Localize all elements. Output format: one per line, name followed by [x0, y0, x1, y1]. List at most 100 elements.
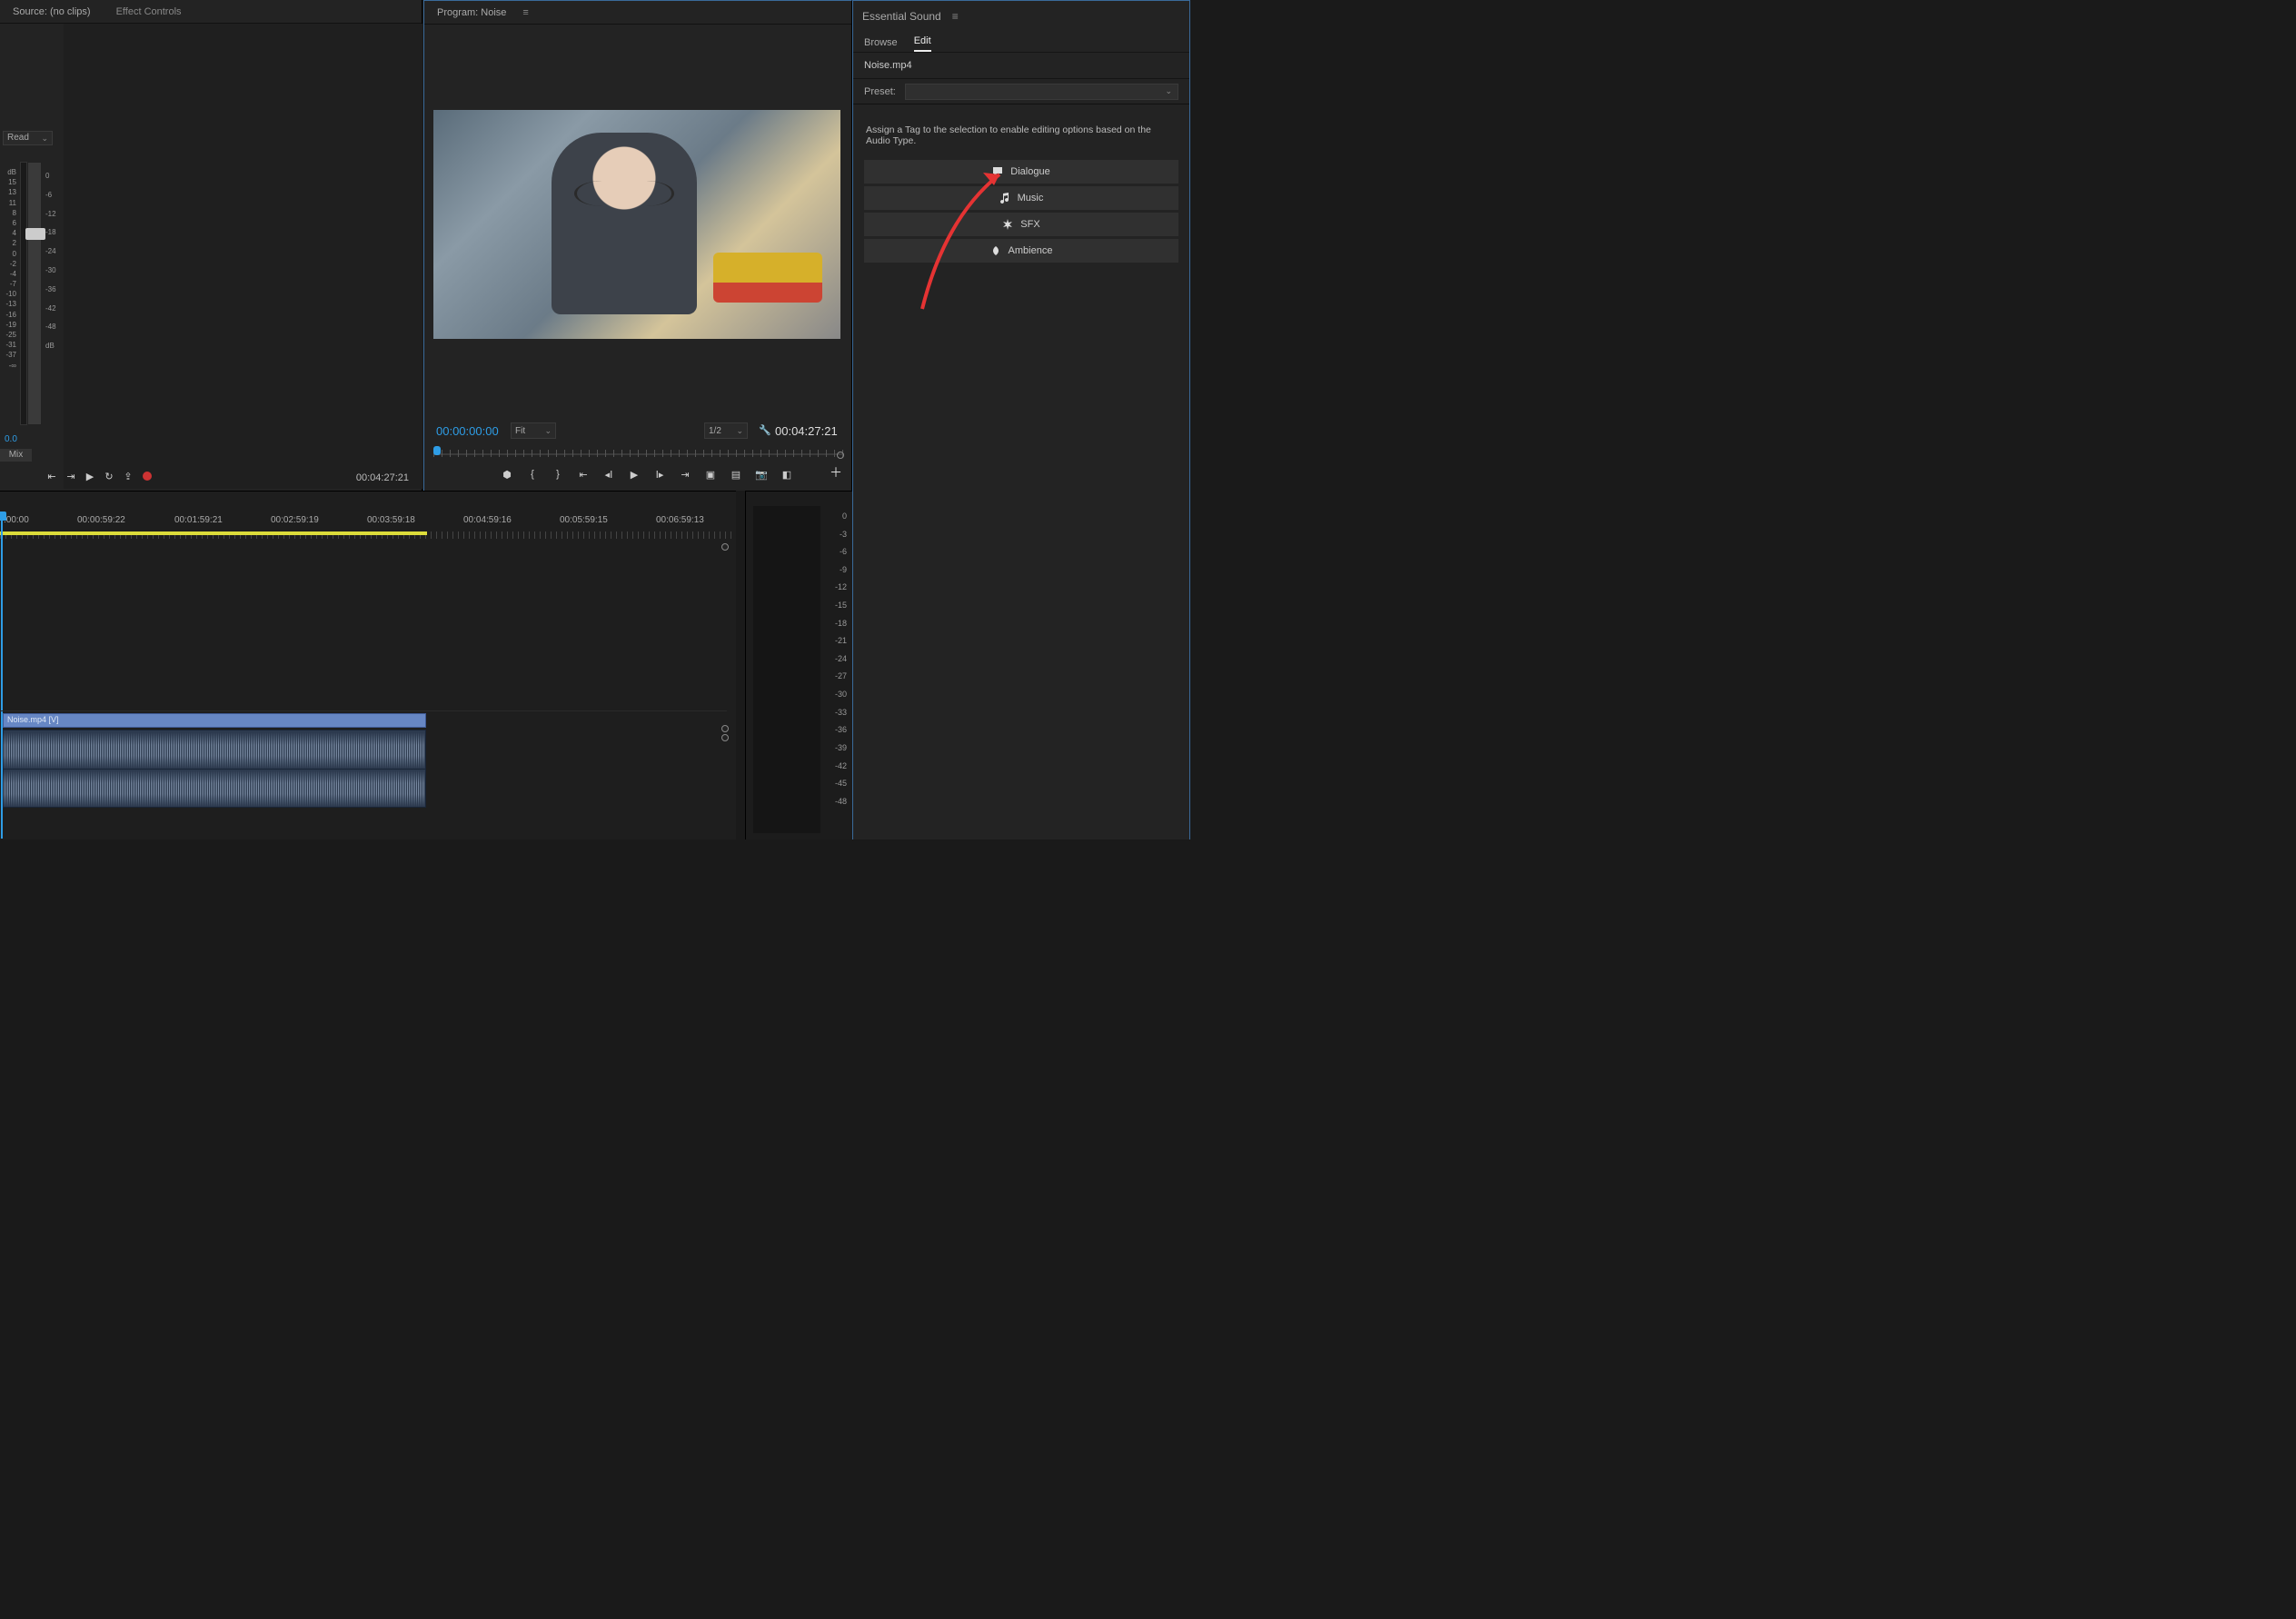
master-audio-meter: 0-3 -6-9 -12-15 -18-21 -24-27 -30-33 -36… [745, 491, 852, 839]
panel-menu-icon[interactable]: ≡ [952, 10, 959, 23]
mark-out-icon[interactable]: } [552, 468, 564, 481]
play-icon[interactable]: ▶ [628, 468, 641, 481]
tag-music-button[interactable]: Music [864, 186, 1178, 210]
export-frame-icon[interactable]: 📷 [755, 468, 768, 481]
lift-icon[interactable]: ▣ [704, 468, 717, 481]
tag-music-label: Music [1018, 193, 1044, 204]
go-to-out-icon[interactable]: ⇥ [65, 470, 77, 482]
tag-ambience-button[interactable]: Ambience [864, 239, 1178, 263]
video-clip-label: Noise.mp4 [V] [7, 715, 59, 724]
comparison-icon[interactable]: ◧ [780, 468, 793, 481]
preset-row: Preset: ⌄ [853, 79, 1189, 104]
settings-wrench-icon[interactable]: 🔧 [759, 424, 771, 436]
go-to-in-icon[interactable]: ⇤ [577, 468, 590, 481]
audio-clip[interactable] [3, 730, 426, 808]
audio-waveform-L [4, 732, 425, 769]
ambience-icon [990, 245, 1001, 256]
tag-ambience-label: Ambience [1009, 245, 1053, 256]
button-editor-plus-icon[interactable]: ＋ [830, 463, 842, 482]
assign-tag-hint: Assign a Tag to the selection to enable … [853, 104, 1189, 157]
timeline-tracks [0, 542, 727, 711]
playback-res-value: 1/2 [709, 426, 721, 436]
panel-menu-icon[interactable]: ≡ [522, 7, 528, 18]
music-icon [999, 193, 1010, 204]
video-clip[interactable]: Noise.mp4 [V] [3, 713, 426, 728]
go-to-in-icon[interactable]: ⇤ [45, 470, 58, 482]
master-meter-scale: 0-3 -6-9 -12-15 -18-21 -24-27 -30-33 -36… [835, 508, 847, 810]
source-panel: Source: (no clips) Effect Controls Read … [0, 0, 422, 491]
keyframe-toggle[interactable] [721, 734, 729, 741]
fader-track[interactable] [27, 162, 42, 425]
mix-label: Mix [0, 449, 32, 462]
program-transport-controls: ⬢ { } ⇤ ◂Ⅰ ▶ Ⅰ▸ ⇥ ▣ ▤ 📷 ◧ [501, 465, 793, 483]
timeline-ruler-labels[interactable]: :00:00 00:00:59:22 00:01:59:21 00:02:59:… [0, 515, 736, 533]
sfx-icon [1002, 219, 1013, 230]
ruler-time-5: 00:04:59:16 [463, 515, 512, 525]
scrubber-end-marker[interactable] [837, 452, 844, 459]
program-timecode[interactable]: 00:00:00:00 [436, 424, 499, 438]
meter-scale-db-left: dB 1513 118 64 20 -2 -4 -7 -10-13 -16-19… [0, 167, 16, 371]
marker-icon[interactable]: ⬢ [501, 468, 513, 481]
tag-sfx-button[interactable]: SFX [864, 213, 1178, 236]
automation-mode-value: Read [7, 132, 29, 144]
meter-level-bar [20, 162, 27, 425]
program-video-frame[interactable] [433, 110, 840, 339]
selected-clip-name: Noise.mp4 [853, 53, 1189, 79]
extract-icon[interactable]: ▤ [730, 468, 742, 481]
tag-dialogue-button[interactable]: Dialogue [864, 160, 1178, 184]
tab-source[interactable]: Source: (no clips) [0, 0, 104, 24]
loop-icon[interactable]: ↻ [103, 470, 115, 482]
audio-waveform-R [4, 770, 425, 807]
dialogue-icon [992, 166, 1003, 177]
mark-in-icon[interactable]: { [526, 468, 539, 481]
tab-browse[interactable]: Browse [864, 37, 898, 52]
play-icon[interactable]: ▶ [84, 470, 96, 482]
step-fwd-icon[interactable]: Ⅰ▸ [653, 468, 666, 481]
timeline-panel: :00:00 00:00:59:22 00:01:59:21 00:02:59:… [0, 491, 736, 839]
preset-dropdown[interactable]: ⌄ [905, 84, 1178, 100]
master-meter-bar [753, 506, 820, 833]
source-monitor-area [64, 24, 422, 489]
tag-dialogue-label: Dialogue [1010, 166, 1049, 177]
source-duration: 00:04:27:21 [356, 472, 409, 483]
timeline-in-out-range[interactable] [0, 531, 427, 535]
automation-mode-dropdown[interactable]: Read ⌄ [3, 131, 53, 145]
share-icon[interactable]: ⇪ [122, 470, 134, 482]
keyframe-toggle[interactable] [721, 543, 729, 551]
chevron-down-icon: ⌄ [41, 132, 48, 144]
ruler-time-7: 00:06:59:13 [656, 515, 704, 525]
fader-knob[interactable] [25, 228, 45, 240]
fader-value: 0.0 [5, 434, 17, 444]
video-tracks-area[interactable] [0, 542, 727, 711]
program-monitor-panel: Program: Noise ≡ 00:00:00:00 Fit ⌄ 1/2 ⌄ 🔧… [423, 0, 852, 491]
scrubber-playhead[interactable] [433, 446, 441, 455]
keyframe-toggle[interactable] [721, 725, 729, 732]
ruler-time-6: 00:05:59:15 [560, 515, 608, 525]
essential-sound-title: Essential Sound ≡ [853, 1, 1189, 31]
tab-program[interactable]: Program: Noise [424, 1, 519, 25]
ruler-time-0: :00:00 [4, 515, 29, 525]
zoom-fit-dropdown[interactable]: Fit ⌄ [511, 422, 556, 439]
record-icon[interactable] [141, 470, 154, 482]
tag-sfx-label: SFX [1020, 219, 1039, 230]
program-duration: 00:04:27:21 [775, 424, 838, 438]
go-to-out-icon[interactable]: ⇥ [679, 468, 691, 481]
essential-sound-tabs: Browse Edit [853, 31, 1189, 53]
ruler-time-2: 00:01:59:21 [174, 515, 223, 525]
playback-res-dropdown[interactable]: 1/2 ⌄ [704, 422, 748, 439]
preset-label: Preset: [864, 86, 896, 97]
source-transport-controls: ⇤ ⇥ ▶ ↻ ⇪ [45, 467, 154, 485]
chevron-down-icon: ⌄ [1165, 86, 1172, 96]
meter-scale-db-right: 0-6 -12-18 -24-30 -36-42 -48 dB [45, 167, 56, 356]
zoom-fit-value: Fit [515, 426, 525, 436]
essential-sound-panel: Essential Sound ≡ Browse Edit Noise.mp4 … [852, 0, 1190, 839]
audio-mixer-meter: dB 1513 118 64 20 -2 -4 -7 -10-13 -16-19… [0, 162, 62, 440]
scrubber-ticks [433, 450, 844, 457]
program-scrubber[interactable] [433, 446, 844, 459]
tab-effect-controls[interactable]: Effect Controls [104, 0, 194, 24]
tab-edit[interactable]: Edit [914, 35, 931, 52]
chevron-down-icon: ⌄ [544, 426, 552, 436]
ruler-time-4: 00:03:59:18 [367, 515, 415, 525]
step-back-icon[interactable]: ◂Ⅰ [602, 468, 615, 481]
chevron-down-icon: ⌄ [736, 426, 743, 436]
